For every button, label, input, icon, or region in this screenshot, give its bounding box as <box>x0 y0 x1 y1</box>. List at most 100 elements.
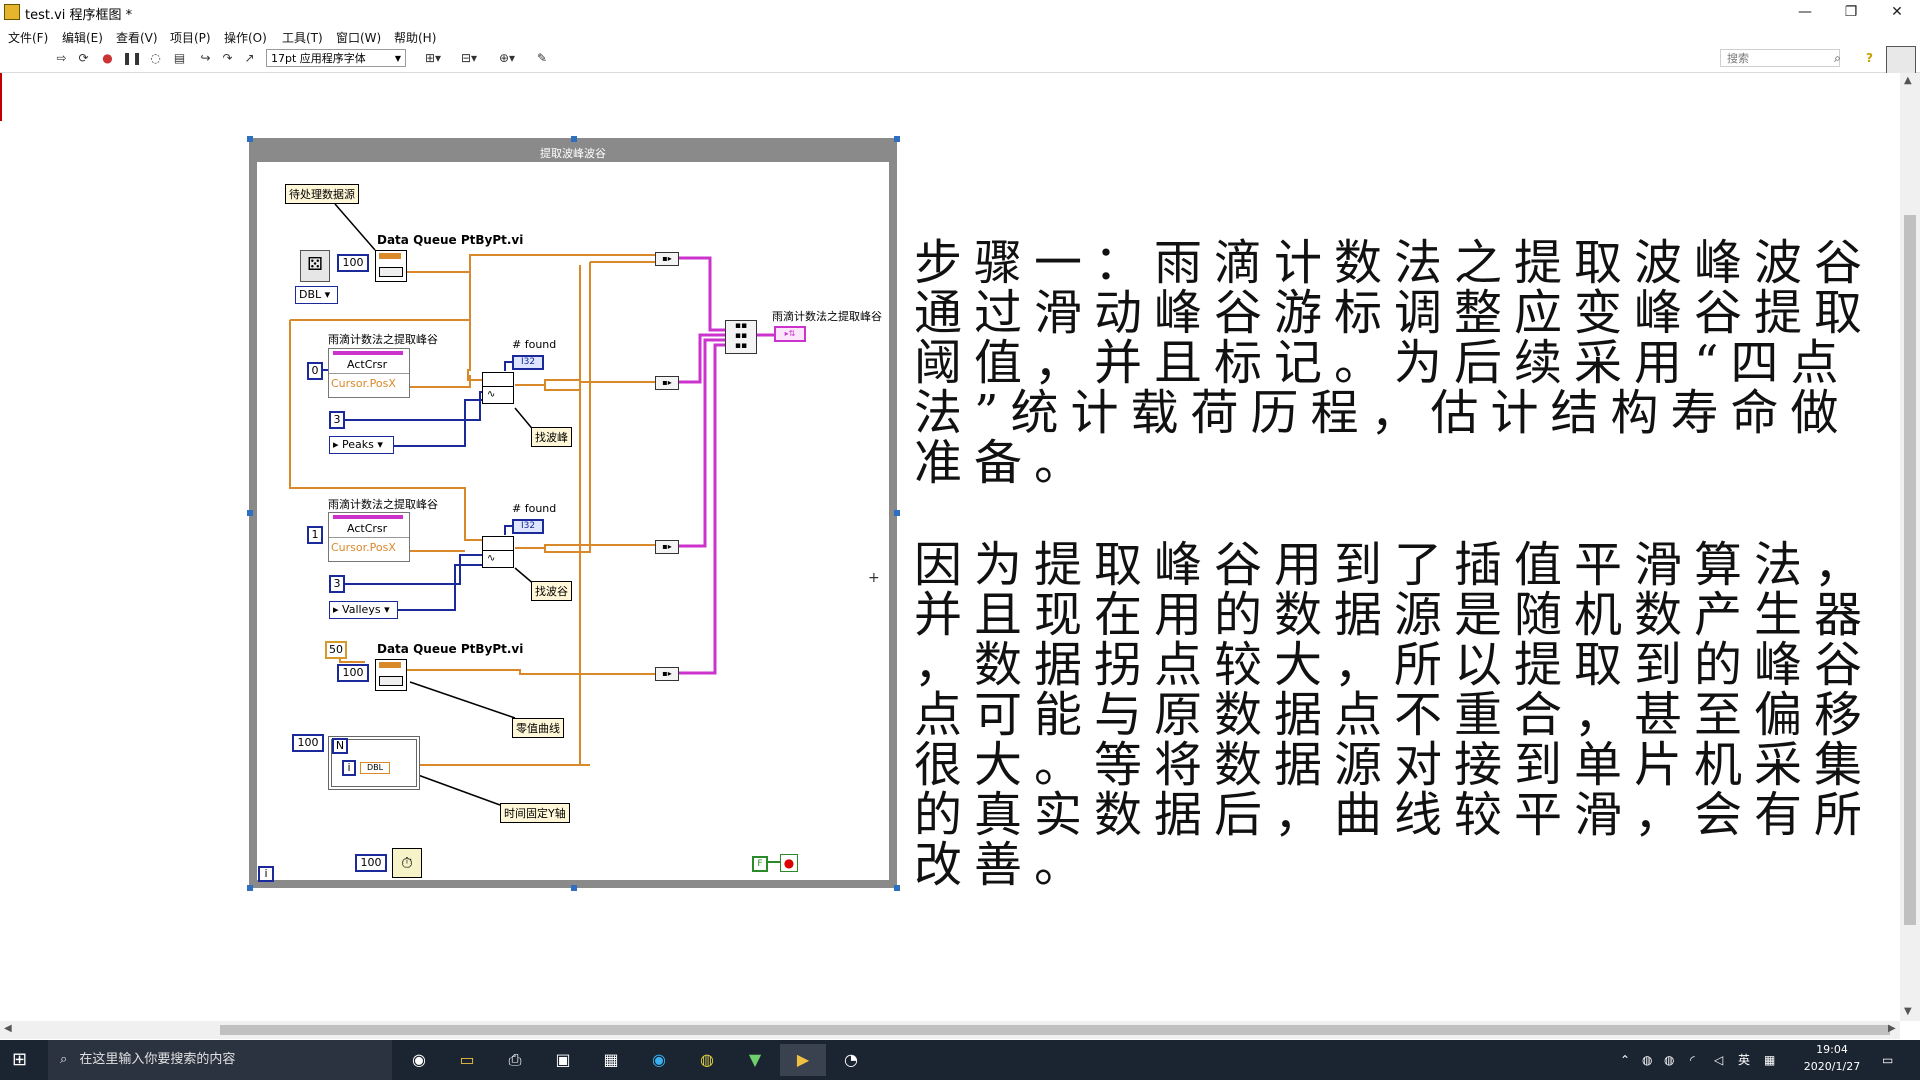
cursor-posx-label: Cursor.PosX <box>331 541 396 554</box>
taskbar: ⊞ ⌕ 在这里输入你要搜索的内容 ◉ ▭ ⎙ ▣ ▦ ◉ ◍ ▼ ▶ ◔ ⌃ ◍… <box>0 1040 1920 1080</box>
app-icon[interactable]: ◍ <box>684 1044 730 1076</box>
horizontal-scroll-thumb[interactable] <box>220 1025 1890 1035</box>
valleys-mode-selector[interactable]: ▸ Valleys ▾ <box>329 601 398 619</box>
scroll-left-icon[interactable]: ◀ <box>4 1023 12 1034</box>
notification-icon[interactable]: ▭ <box>1882 1040 1893 1080</box>
ime-indicator[interactable]: 英 <box>1738 1040 1750 1080</box>
orange-wire <box>405 669 655 675</box>
iteration-terminal[interactable]: i <box>258 866 274 882</box>
data-queue-vi[interactable] <box>375 659 407 691</box>
wait-timer-icon[interactable]: ⏱ <box>392 848 422 878</box>
pink-wire <box>678 256 725 332</box>
tray-app-icon[interactable]: ◍ <box>1664 1040 1674 1080</box>
windows-start-icon[interactable]: ⊞ <box>12 1050 32 1070</box>
false-constant[interactable]: F <box>752 856 768 872</box>
for-loop-count-terminal: N <box>332 738 348 754</box>
arrow-line <box>334 203 376 251</box>
note-line: 并且现在用的数据源是随机数产生器 <box>914 587 1875 643</box>
cursor-posx-label: Cursor.PosX <box>331 377 396 390</box>
note-line: 点可能与原数据点不重合，甚至偏移 <box>914 687 1875 743</box>
cursor-index-constant[interactable]: 0 <box>307 362 323 380</box>
width-constant[interactable]: 3 <box>329 575 345 593</box>
random-number-icon[interactable]: ⚄ <box>300 250 330 282</box>
orange-wire <box>515 383 581 391</box>
pink-wire <box>678 333 725 384</box>
actcrsr-label: ActCrsr <box>347 522 388 535</box>
peak-detector-vi[interactable]: ∿ <box>482 372 514 404</box>
for-loop[interactable]: N i DBL <box>328 736 420 790</box>
scroll-up-icon[interactable]: ▲ <box>1904 75 1912 86</box>
blue-wire <box>392 564 490 611</box>
chevron-up-icon[interactable]: ⌃ <box>1620 1040 1630 1080</box>
note-line: 改善。 <box>914 837 1095 893</box>
merge-node[interactable]: ▪▸ <box>655 376 679 390</box>
note-line: ，数据拐点较大，所以提取到的峰谷 <box>914 637 1875 693</box>
pink-wire <box>678 343 725 675</box>
orange-wire <box>405 254 655 273</box>
find-valleys-comment: 找波谷 <box>531 581 572 601</box>
found-indicator[interactable]: I32 <box>512 355 544 370</box>
network-app-icon[interactable]: ▣ <box>540 1044 586 1076</box>
printer-icon[interactable]: ⎙ <box>492 1044 538 1076</box>
zero-constant[interactable]: 50 <box>325 641 347 659</box>
taskbar-search[interactable]: ⌕ 在这里输入你要搜索的内容 <box>48 1040 392 1080</box>
edge-canary-icon[interactable]: ◉ <box>396 1044 442 1076</box>
clock-time: 19:04 <box>1816 1043 1848 1056</box>
to-dbl-node: DBL <box>360 762 390 774</box>
merge-node[interactable]: ▪▸ <box>655 667 679 681</box>
network-icon[interactable]: ◜ <box>1690 1040 1695 1080</box>
note-line: 法”统计载荷历程，估计结构寿命做 <box>914 385 1851 441</box>
peaks-property-node[interactable]: ActCrsr Cursor.PosX <box>328 348 410 398</box>
app-icon[interactable]: ◔ <box>828 1044 874 1076</box>
note-line: 准备。 <box>914 435 1095 491</box>
valley-detector-vi[interactable]: ∿ <box>482 536 514 568</box>
clock[interactable]: 19:04 2020/1/27 <box>1800 1043 1864 1073</box>
graph-label: 雨滴计数法之提取峰谷 <box>772 310 882 323</box>
vertical-scroll-thumb[interactable] <box>1904 215 1916 925</box>
build-array-node[interactable]: ▪▪ ▪▪ ▪▪ <box>725 320 757 354</box>
data-queue-label: Data Queue PtByPt.vi <box>377 642 524 656</box>
found-indicator[interactable]: I32 <box>512 519 544 534</box>
wait-ms-constant[interactable]: 100 <box>355 854 387 872</box>
dbl-type-selector[interactable]: DBL ▾ <box>295 286 338 304</box>
for-count-constant[interactable]: 100 <box>292 734 324 752</box>
labview-taskbar-icon[interactable]: ▶ <box>780 1044 826 1076</box>
taskbar-search-placeholder: 在这里输入你要搜索的内容 <box>79 1052 236 1067</box>
note-line: 的真实数据后，曲线较平滑，会有所 <box>914 787 1875 843</box>
search-icon: ⌕ <box>60 1052 68 1067</box>
edge-icon[interactable]: ◉ <box>636 1044 682 1076</box>
file-explorer-icon[interactable]: ▭ <box>444 1044 490 1076</box>
data-queue-label: Data Queue PtByPt.vi <box>377 233 524 247</box>
crosshair-cursor-icon: + <box>868 570 880 586</box>
actcrsr-label: ActCrsr <box>347 358 388 371</box>
clock-date: 2020/1/27 <box>1803 1060 1861 1073</box>
tray-app-icon[interactable]: ◍ <box>1642 1040 1652 1080</box>
scroll-down-icon[interactable]: ▼ <box>1904 1006 1912 1017</box>
app-icon[interactable]: ▼ <box>732 1044 778 1076</box>
source-comment: 待处理数据源 <box>285 184 359 204</box>
peaks-property-label: 雨滴计数法之提取峰谷 <box>328 333 438 346</box>
waveform-graph-terminal[interactable]: ▸⇅ <box>774 326 806 342</box>
scroll-right-icon[interactable]: ▶ <box>1888 1023 1896 1034</box>
orange-wire <box>408 375 471 388</box>
note-paragraph-2: 因为提取峰谷用到了插值平滑算法， 并且现在用的数据源是随机数产生器 ，数据拐点较… <box>914 540 1874 890</box>
calculator-icon[interactable]: ▦ <box>588 1044 634 1076</box>
peaks-mode-label: Peaks <box>342 438 374 451</box>
queue-size-constant[interactable]: 100 <box>337 664 369 682</box>
width-constant[interactable]: 3 <box>329 411 345 429</box>
found-label: # found <box>512 502 557 515</box>
arrow-line <box>409 681 516 719</box>
valleys-property-node[interactable]: ActCrsr Cursor.PosX <box>328 512 410 562</box>
cursor-index-constant[interactable]: 1 <box>307 526 323 544</box>
merge-node[interactable]: ▪▸ <box>655 540 679 554</box>
stop-terminal[interactable]: ● <box>780 854 798 872</box>
volume-icon[interactable]: ◁ <box>1714 1040 1723 1080</box>
peaks-mode-selector[interactable]: ▸ Peaks ▾ <box>329 436 394 454</box>
note-line: 因为提取峰谷用到了插值平滑算法， <box>914 537 1875 593</box>
queue-size-constant[interactable]: 100 <box>337 254 369 272</box>
data-queue-vi[interactable] <box>375 250 407 282</box>
find-peaks-comment: 找波峰 <box>531 427 572 447</box>
valleys-property-label: 雨滴计数法之提取峰谷 <box>328 498 438 511</box>
keyboard-icon[interactable]: ▦ <box>1764 1040 1775 1080</box>
merge-node[interactable]: ▪▸ <box>655 252 679 266</box>
